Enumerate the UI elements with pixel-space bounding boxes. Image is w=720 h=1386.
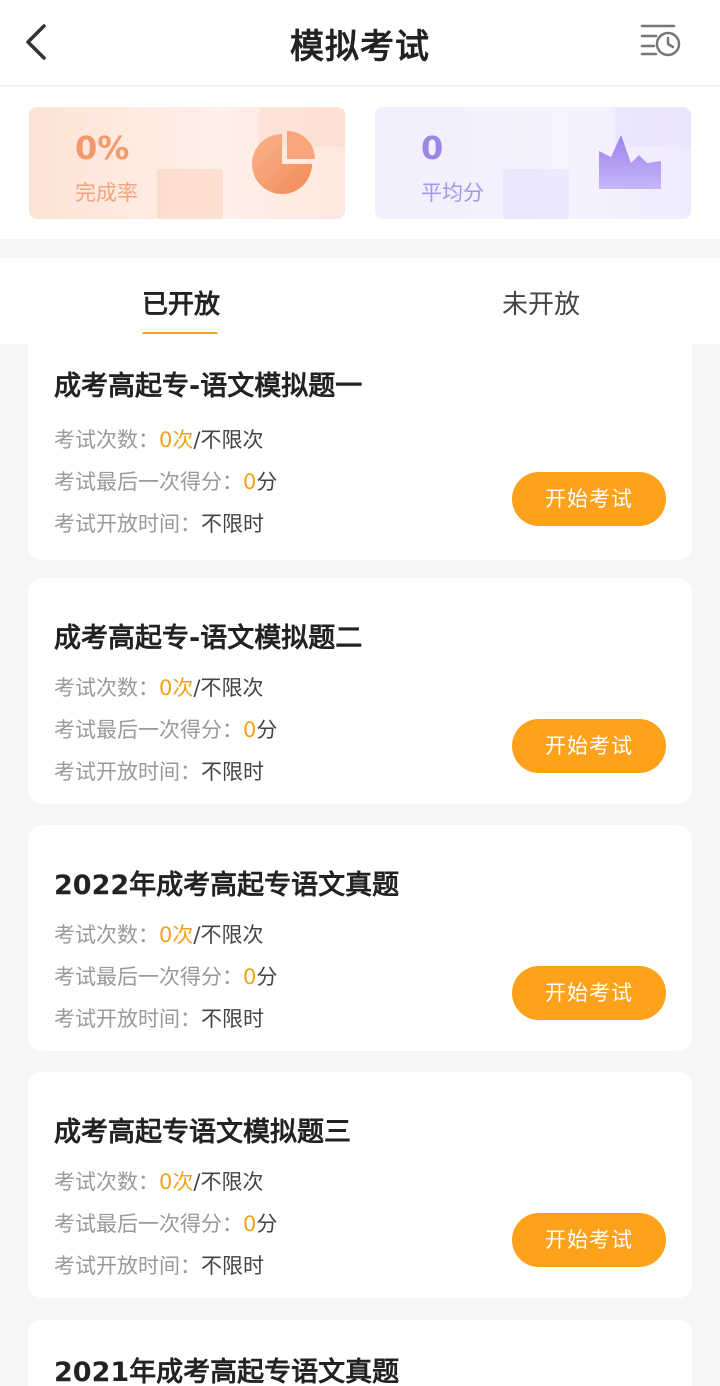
start-exam-button[interactable]: 开始考试	[512, 966, 666, 1020]
start-exam-button[interactable]: 开始考试	[512, 719, 666, 773]
attempts-value: 0次	[159, 923, 194, 947]
open-time-value: 不限时	[201, 1254, 264, 1278]
average-score-card: 0 平均分	[375, 107, 691, 219]
history-button[interactable]	[640, 20, 684, 60]
exam-title: 成考高起专-语文模拟题一	[54, 371, 363, 402]
stats-panel: 0% 完成率 0 平均分	[0, 87, 720, 239]
last-score-row: 考试最后一次得分：0分	[54, 714, 277, 744]
exam-card[interactable]: 成考高起专-语文模拟题二 考试次数：0次/不限次 考试最后一次得分：0分 考试开…	[28, 578, 692, 804]
open-time-row: 考试开放时间：不限时	[54, 1003, 264, 1033]
average-score-value: 0	[421, 129, 444, 167]
start-exam-button[interactable]: 开始考试	[512, 472, 666, 526]
last-score-unit: 分	[256, 1212, 278, 1236]
exam-title: 2022年成考高起专语文真题	[54, 870, 400, 901]
last-score-label: 考试最后一次得分：	[54, 965, 243, 989]
attempts-row: 考试次数：0次/不限次	[54, 672, 263, 702]
attempts-row: 考试次数：0次/不限次	[54, 1166, 263, 1196]
last-score-label: 考试最后一次得分：	[54, 1212, 243, 1236]
page-title: 模拟考试	[290, 27, 430, 67]
tab-bar: 已开放 未开放	[0, 258, 720, 344]
attempts-limit: /不限次	[193, 676, 264, 700]
last-score-value: 0	[243, 470, 257, 494]
open-time-label: 考试开放时间：	[54, 760, 201, 784]
pie-chart-icon	[252, 131, 315, 194]
completion-rate-value: 0%	[75, 129, 130, 167]
last-score-value: 0	[243, 718, 257, 742]
completion-rate-card: 0% 完成率	[29, 107, 345, 219]
last-score-row: 考试最后一次得分：0分	[54, 466, 277, 496]
attempts-label: 考试次数：	[54, 428, 159, 452]
exam-title: 2021年成考高起专语文真题	[54, 1357, 400, 1386]
last-score-row: 考试最后一次得分：0分	[54, 1208, 277, 1238]
attempts-limit: /不限次	[193, 1170, 264, 1194]
last-score-value: 0	[243, 965, 257, 989]
attempts-label: 考试次数：	[54, 676, 159, 700]
open-time-row: 考试开放时间：不限时	[54, 508, 264, 538]
last-score-unit: 分	[256, 470, 278, 494]
attempts-row: 考试次数：0次/不限次	[54, 919, 263, 949]
top-bar: 模拟考试	[0, 0, 720, 86]
exam-title: 成考高起专-语文模拟题二	[54, 623, 363, 654]
history-clock-icon	[640, 24, 681, 57]
average-score-label: 平均分	[421, 181, 484, 205]
open-time-label: 考试开放时间：	[54, 1254, 201, 1278]
open-time-label: 考试开放时间：	[54, 1007, 201, 1031]
attempts-label: 考试次数：	[54, 1170, 159, 1194]
exam-card[interactable]: 2022年成考高起专语文真题 考试次数：0次/不限次 考试最后一次得分：0分 考…	[28, 825, 692, 1051]
decor-shape	[503, 169, 569, 219]
exam-card[interactable]: 成考高起专-语文模拟题一 考试次数：0次/不限次 考试最后一次得分：0分 考试开…	[28, 334, 692, 560]
completion-rate-label: 完成率	[75, 181, 138, 205]
start-exam-button[interactable]: 开始考试	[512, 1213, 666, 1267]
open-time-label: 考试开放时间：	[54, 512, 201, 536]
attempts-value: 0次	[159, 1170, 194, 1194]
last-score-unit: 分	[256, 718, 278, 742]
tab-opened[interactable]: 已开放	[142, 284, 220, 321]
decor-shape	[157, 169, 223, 219]
attempts-row: 考试次数：0次/不限次	[54, 424, 263, 454]
open-time-row: 考试开放时间：不限时	[54, 1250, 264, 1280]
last-score-label: 考试最后一次得分：	[54, 718, 243, 742]
last-score-value: 0	[243, 1212, 257, 1236]
last-score-row: 考试最后一次得分：0分	[54, 961, 277, 991]
exam-title: 成考高起专语文模拟题三	[54, 1117, 351, 1148]
attempts-value: 0次	[159, 676, 194, 700]
tab-not-opened[interactable]: 未开放	[502, 284, 580, 321]
attempts-label: 考试次数：	[54, 923, 159, 947]
attempts-value: 0次	[159, 428, 194, 452]
last-score-label: 考试最后一次得分：	[54, 470, 243, 494]
open-time-row: 考试开放时间：不限时	[54, 756, 264, 786]
last-score-unit: 分	[256, 965, 278, 989]
open-time-value: 不限时	[201, 760, 264, 784]
exam-card[interactable]: 成考高起专语文模拟题三 考试次数：0次/不限次 考试最后一次得分：0分 考试开放…	[28, 1072, 692, 1298]
open-time-value: 不限时	[201, 512, 264, 536]
exam-card[interactable]: 2021年成考高起专语文真题	[28, 1320, 692, 1386]
area-chart-icon	[599, 135, 661, 189]
open-time-value: 不限时	[201, 1007, 264, 1031]
attempts-limit: /不限次	[193, 923, 264, 947]
attempts-limit: /不限次	[193, 428, 264, 452]
